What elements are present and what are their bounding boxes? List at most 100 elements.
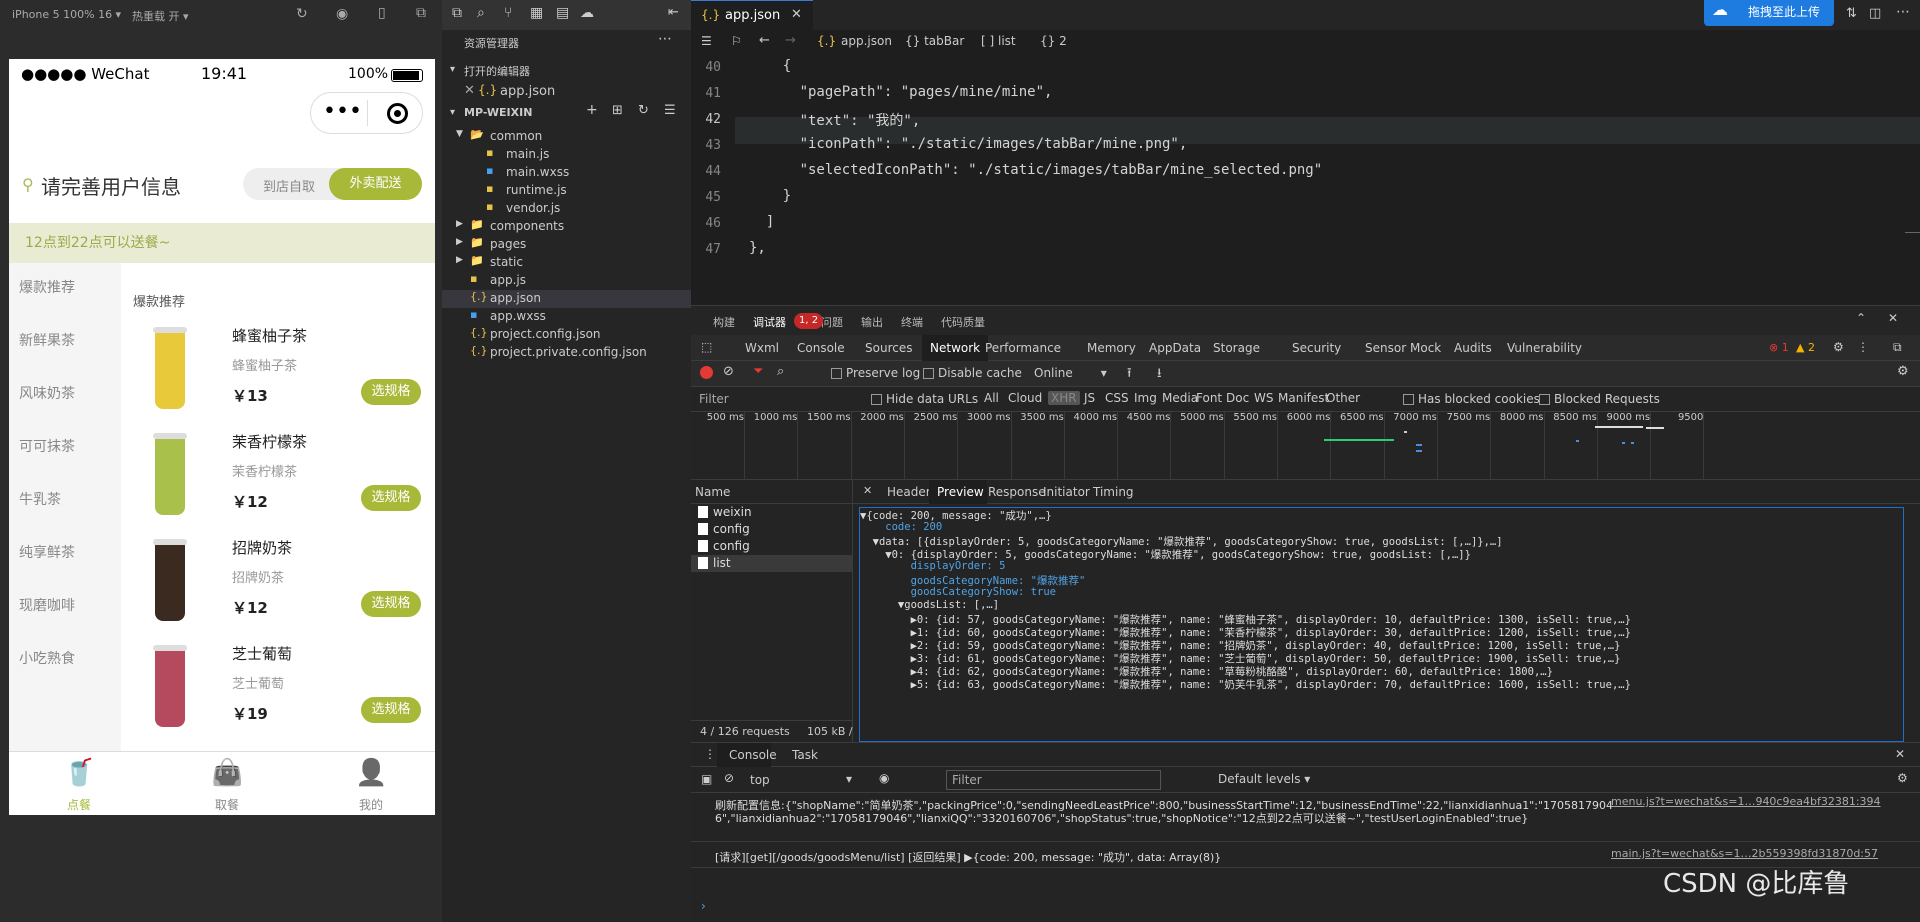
bookmark-icon[interactable]: ⚐ — [731, 34, 742, 48]
delivery-tab[interactable]: 外卖配送 — [329, 168, 422, 200]
new-file-icon[interactable]: + — [586, 102, 598, 118]
tree-item[interactable]: ▶ 📁 components — [442, 218, 691, 236]
preview-line[interactable]: ▼goodsList: [,…] — [860, 599, 999, 611]
open-file[interactable]: app.json — [500, 84, 555, 99]
detail-tab-initiator[interactable]: Initiator — [1043, 485, 1090, 499]
product-image[interactable] — [155, 541, 185, 621]
panel-tab-memory[interactable]: Memory — [1087, 341, 1136, 355]
tree-item[interactable]: ▶ 📁 static — [442, 254, 691, 272]
panel-tab-sensor[interactable]: Sensor — [1365, 341, 1406, 355]
code-line[interactable]: } — [749, 188, 791, 204]
product-image[interactable] — [155, 647, 185, 727]
select-spec-button[interactable]: 选规格 — [361, 697, 421, 723]
category-item[interactable]: 纯享鲜茶 — [19, 542, 75, 562]
search-icon[interactable]: ⌕ — [477, 5, 485, 21]
select-spec-button[interactable]: 选规格 — [361, 591, 421, 617]
pickup-tab[interactable]: 到店自取 — [263, 176, 315, 195]
device-select[interactable]: iPhone 5 100% 16 ▾ — [12, 8, 121, 21]
category-item[interactable]: 牛乳茶 — [19, 489, 61, 509]
detail-tab-response[interactable]: Response — [988, 485, 1046, 499]
devtools-tab[interactable]: 输出 — [861, 314, 883, 330]
cloud-icon[interactable]: ☁ — [580, 5, 594, 21]
preserve-log[interactable]: Preserve log — [831, 366, 920, 380]
clear-icon[interactable]: ⊘ — [723, 364, 734, 379]
tree-item[interactable]: ▪ main.js — [442, 146, 691, 164]
cup-icon[interactable]: 🥤 — [63, 758, 95, 788]
panel-tab-mock[interactable]: Mock — [1410, 341, 1441, 355]
files-icon[interactable]: ⧉ — [452, 5, 462, 21]
filter-type-other[interactable]: Other — [1323, 391, 1363, 405]
chevron-down-icon[interactable]: ▼ — [456, 129, 463, 139]
console-filter[interactable]: Filter — [946, 770, 1161, 790]
breadcrumb-list[interactable]: [ ] list — [981, 34, 1016, 48]
refresh-icon[interactable]: ↻ — [638, 103, 649, 118]
phone-icon[interactable]: ▯ — [378, 5, 386, 21]
settings-icon[interactable]: ⚙ — [1897, 771, 1908, 785]
sidebar-toggle-icon[interactable]: ▣ — [701, 772, 712, 786]
filter-icon[interactable]: ⏷ — [753, 364, 763, 379]
explorer-more-icon[interactable]: ⋯ — [658, 31, 672, 47]
more-icon[interactable]: ⋮ — [1857, 340, 1869, 354]
more-icon[interactable]: ⋯ — [1896, 4, 1910, 20]
tree-item[interactable]: ▶ 📁 pages — [442, 236, 691, 254]
panel-tab-storage[interactable]: Storage — [1213, 341, 1260, 355]
request-row[interactable]: config — [691, 538, 853, 555]
close-icon[interactable]: ✕ — [863, 484, 872, 497]
record-icon[interactable]: ◉ — [336, 6, 348, 22]
hide-data-urls[interactable]: Hide data URLs — [871, 392, 978, 406]
layout-icon[interactable]: ▤ — [556, 5, 569, 21]
product-image[interactable] — [155, 435, 185, 515]
split-icon[interactable]: ◫ — [1869, 6, 1881, 21]
request-row[interactable]: weixin — [691, 504, 853, 521]
bag-icon[interactable]: 👜 — [211, 758, 243, 788]
panel-tab-audits[interactable]: Audits — [1454, 341, 1492, 355]
code-line[interactable]: "text": "我的", — [749, 110, 921, 130]
collapse-all-icon[interactable]: ☰ — [664, 103, 676, 118]
chevron-down-icon[interactable]: ▾ — [450, 107, 455, 118]
tree-item[interactable]: ▪ runtime.js — [442, 182, 691, 200]
error-count[interactable]: ⊗ 1 — [1769, 341, 1789, 354]
preview-line[interactable]: code: 200 — [860, 521, 942, 533]
chevron-right-icon[interactable]: ▶ — [456, 237, 463, 247]
clear-console-icon[interactable]: ⊘ — [724, 771, 734, 785]
context-select[interactable]: top ▾ — [746, 771, 864, 789]
category-item[interactable]: 小吃熟食 — [19, 648, 75, 668]
user-info-link[interactable]: 请完善用户信息 — [41, 171, 181, 200]
category-item[interactable]: 现磨咖啡 — [19, 595, 75, 615]
select-spec-button[interactable]: 选规格 — [361, 379, 421, 405]
product-card[interactable]: 招牌奶茶 招牌奶茶 ￥12 选规格 — [121, 533, 435, 639]
category-item[interactable]: 新鲜果茶 — [19, 330, 75, 350]
panel-tab-vulnerability[interactable]: Vulnerability — [1507, 341, 1582, 355]
panel-tab-console[interactable]: Console — [797, 341, 845, 355]
tree-item[interactable]: ▪ main.wxss — [442, 164, 691, 182]
filter-type-xhr[interactable]: XHR — [1048, 391, 1080, 405]
back-icon[interactable]: ← — [759, 33, 770, 48]
open-editors-header[interactable]: 打开的编辑器 — [464, 63, 530, 79]
tab-pickup[interactable]: 取餐 — [215, 796, 239, 813]
close-icon[interactable]: ✕ — [791, 7, 802, 22]
devtools-tab[interactable]: 终端 — [901, 314, 923, 330]
code-line[interactable]: { — [749, 58, 791, 74]
panel-tab-performance[interactable]: Performance — [985, 341, 1061, 355]
panel-tab-wxml[interactable]: Wxml — [745, 341, 779, 355]
filter-type-font[interactable]: Font — [1193, 391, 1225, 405]
product-card[interactable]: 芝士葡萄 芝士葡萄 ￥19 选规格 — [121, 639, 435, 745]
list-icon[interactable]: ☰ — [701, 34, 712, 48]
breadcrumb-tabbar[interactable]: {} tabBar — [905, 34, 964, 48]
levels-select[interactable]: Default levels ▾ — [1218, 772, 1310, 786]
tab-mine[interactable]: 我的 — [359, 796, 383, 813]
search-icon[interactable]: ⌕ — [777, 364, 784, 379]
prompt-icon[interactable]: › — [701, 899, 706, 913]
devtools-tab[interactable]: 调试器 — [753, 314, 786, 330]
filter-type-all[interactable]: All — [981, 391, 1002, 405]
chevron-right-icon[interactable]: ▶ — [456, 255, 463, 265]
breadcrumb-item[interactable]: {} 2 — [1040, 34, 1067, 48]
throttle-select[interactable]: Online ▾ — [1034, 366, 1107, 380]
close-icon[interactable]: ✕ — [1895, 747, 1905, 761]
panel-tab-security[interactable]: Security — [1292, 341, 1341, 355]
extensions-icon[interactable]: ▦ — [530, 5, 543, 21]
refresh-icon[interactable]: ↻ — [296, 6, 308, 22]
code-line[interactable]: "pagePath": "pages/mine/mine", — [749, 84, 1053, 100]
code-line[interactable]: ] — [749, 214, 774, 230]
export-icon[interactable]: ⭳ — [1157, 364, 1162, 386]
